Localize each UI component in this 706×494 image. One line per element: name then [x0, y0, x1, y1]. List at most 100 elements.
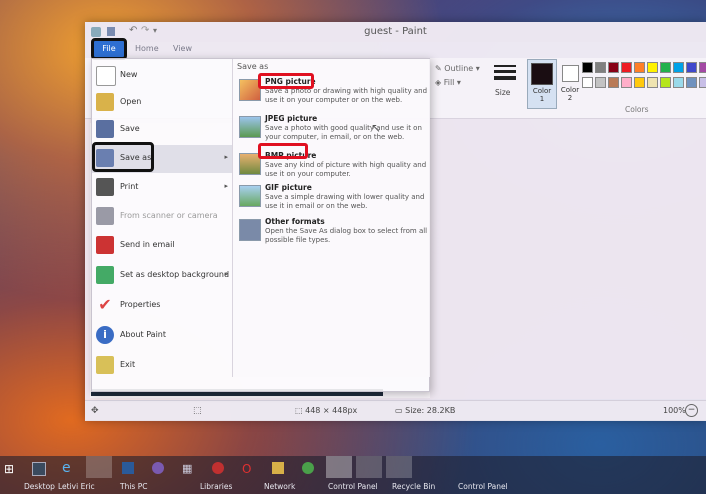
desktop-app-icon[interactable]: [32, 462, 46, 476]
color2-swatch: [562, 65, 579, 82]
tab-view[interactable]: View: [173, 44, 192, 56]
grid-app-icon[interactable]: ▦: [182, 462, 194, 475]
palette-swatch[interactable]: [647, 77, 658, 88]
palette-swatch[interactable]: [608, 62, 619, 73]
menu-item-properties[interactable]: ✔ Properties: [92, 292, 232, 320]
save-as-annotation-box: [92, 142, 154, 172]
palette-swatch[interactable]: [660, 62, 671, 73]
checkmark-icon: ✔: [98, 295, 112, 314]
menu-item-desktop-background[interactable]: Set as desktop background ▸: [92, 262, 232, 290]
png-annotation-box: [258, 73, 314, 89]
taskbar-label-libraries[interactable]: Libraries: [200, 482, 232, 491]
file-explorer-icon[interactable]: [86, 456, 112, 478]
palette-swatch[interactable]: [608, 77, 619, 88]
menu-item-save[interactable]: Save: [92, 116, 232, 144]
info-icon: i: [96, 326, 114, 344]
menu-item-label: New: [120, 70, 138, 79]
file-menu-commands: New Open Save Save as ▸ Print ▸ From sca…: [92, 59, 232, 391]
option-description: Save a simple drawing with lower quality…: [265, 193, 425, 210]
size-line-icon: [494, 65, 516, 67]
ribbon-tabs: Home View: [85, 42, 706, 58]
palette-swatch[interactable]: [595, 77, 606, 88]
palette-swatch[interactable]: [699, 77, 706, 88]
status-bar: ✥ ⬚ ⬚ 448 × 448px ▭ Size: 28.2KB 100% −: [85, 400, 706, 421]
selection-size-icon: ⬚: [193, 406, 202, 416]
zoom-out-button[interactable]: −: [685, 404, 698, 417]
color-palette: [582, 62, 706, 98]
size-button[interactable]: Size: [493, 61, 517, 101]
save-disk-icon: [96, 120, 114, 138]
menu-item-open[interactable]: Open: [92, 89, 232, 117]
image-dimensions: ⬚ 448 × 448px: [295, 406, 358, 415]
palette-swatch[interactable]: [582, 62, 593, 73]
menu-item-label: Save: [120, 124, 140, 133]
control-panel-taskbar-icon[interactable]: [356, 456, 382, 478]
app-icon-purple[interactable]: [152, 462, 164, 474]
submenu-arrow-icon: ▸: [224, 182, 228, 190]
taskbar-label-network[interactable]: Network: [264, 482, 295, 491]
palette-swatch[interactable]: [686, 62, 697, 73]
taskbar-label-this-pc[interactable]: This PC: [120, 482, 147, 491]
menu-item-new[interactable]: New: [92, 62, 232, 90]
palette-swatch[interactable]: [595, 62, 606, 73]
taskbar-label-control-panel-2[interactable]: Control Panel: [458, 482, 508, 491]
store-icon[interactable]: [122, 462, 134, 474]
color2-button[interactable]: Color 2: [558, 59, 584, 107]
printer-icon: [96, 178, 114, 196]
menu-item-print[interactable]: Print ▸: [92, 174, 232, 202]
tab-file-label: File: [102, 44, 116, 53]
taskbar: ⊞ e ▦ O Desktop Letivi Eric This PC Libr…: [0, 456, 706, 494]
size-label: Size: [495, 88, 511, 97]
menu-item-label: Exit: [120, 360, 136, 369]
palette-swatch[interactable]: [673, 77, 684, 88]
palette-swatch[interactable]: [582, 77, 593, 88]
menu-item-exit[interactable]: Exit: [92, 352, 232, 380]
zoom-level: 100%: [663, 406, 686, 415]
menu-item-send-email[interactable]: Send in email: [92, 232, 232, 260]
option-description: Save a photo or drawing with high qualit…: [265, 87, 428, 104]
taskbar-label-desktop[interactable]: Desktop: [24, 482, 55, 491]
palette-swatch[interactable]: [686, 77, 697, 88]
palette-swatch[interactable]: [699, 62, 706, 73]
internet-explorer-icon[interactable]: e: [62, 460, 82, 480]
start-windows-icon[interactable]: ⊞: [4, 462, 18, 476]
color1-button[interactable]: Color 1: [527, 59, 557, 109]
scanner-icon: [96, 207, 114, 225]
menu-item-label: Open: [120, 97, 142, 106]
palette-swatch[interactable]: [634, 62, 645, 73]
submenu-arrow-icon: ▸: [224, 270, 228, 278]
tab-file[interactable]: File: [91, 38, 127, 60]
palette-swatch[interactable]: [673, 62, 684, 73]
option-title: GIF picture: [265, 183, 312, 192]
option-title: Other formats: [265, 217, 325, 226]
taskbar-label-user[interactable]: Letivi Eric: [58, 482, 95, 491]
option-title: JPEG picture: [265, 114, 318, 123]
palette-swatch[interactable]: [621, 62, 632, 73]
open-folder-icon: [96, 93, 114, 111]
save-as-other-formats-option[interactable]: Other formats Open the Save As dialog bo…: [237, 217, 427, 251]
fill-dropdown[interactable]: ◈ Fill ▾: [435, 78, 461, 87]
palette-swatch[interactable]: [621, 77, 632, 88]
palette-swatch[interactable]: [647, 62, 658, 73]
option-description: Save a photo with good quality and use i…: [265, 124, 422, 141]
fill-icon: ◈: [435, 78, 444, 87]
taskbar-label-recycle-bin[interactable]: Recycle Bin: [392, 482, 435, 491]
paint-taskbar-icon[interactable]: [326, 456, 352, 478]
red-app-icon[interactable]: [212, 462, 224, 474]
mouse-cursor-icon: ↖: [371, 121, 382, 135]
file-menu: New Open Save Save as ▸ Print ▸ From sca…: [91, 58, 430, 392]
taskbar-label-control-panel[interactable]: Control Panel: [328, 482, 378, 491]
tab-home[interactable]: Home: [135, 44, 159, 56]
color1-label: Color 1: [532, 87, 552, 103]
green-app-icon[interactable]: [302, 462, 314, 474]
folder-app-icon[interactable]: [272, 462, 284, 474]
menu-item-from-scanner[interactable]: From scanner or camera: [92, 203, 232, 231]
menu-item-label: Print: [120, 182, 139, 191]
opera-icon[interactable]: O: [242, 462, 254, 476]
save-as-gif-option[interactable]: GIF picture Save a simple drawing with l…: [237, 183, 427, 217]
window-taskbar-icon[interactable]: [386, 456, 412, 478]
palette-swatch[interactable]: [634, 77, 645, 88]
outline-dropdown[interactable]: ✎ Outline ▾: [435, 64, 480, 73]
menu-item-about-paint[interactable]: i About Paint: [92, 322, 232, 350]
palette-swatch[interactable]: [660, 77, 671, 88]
